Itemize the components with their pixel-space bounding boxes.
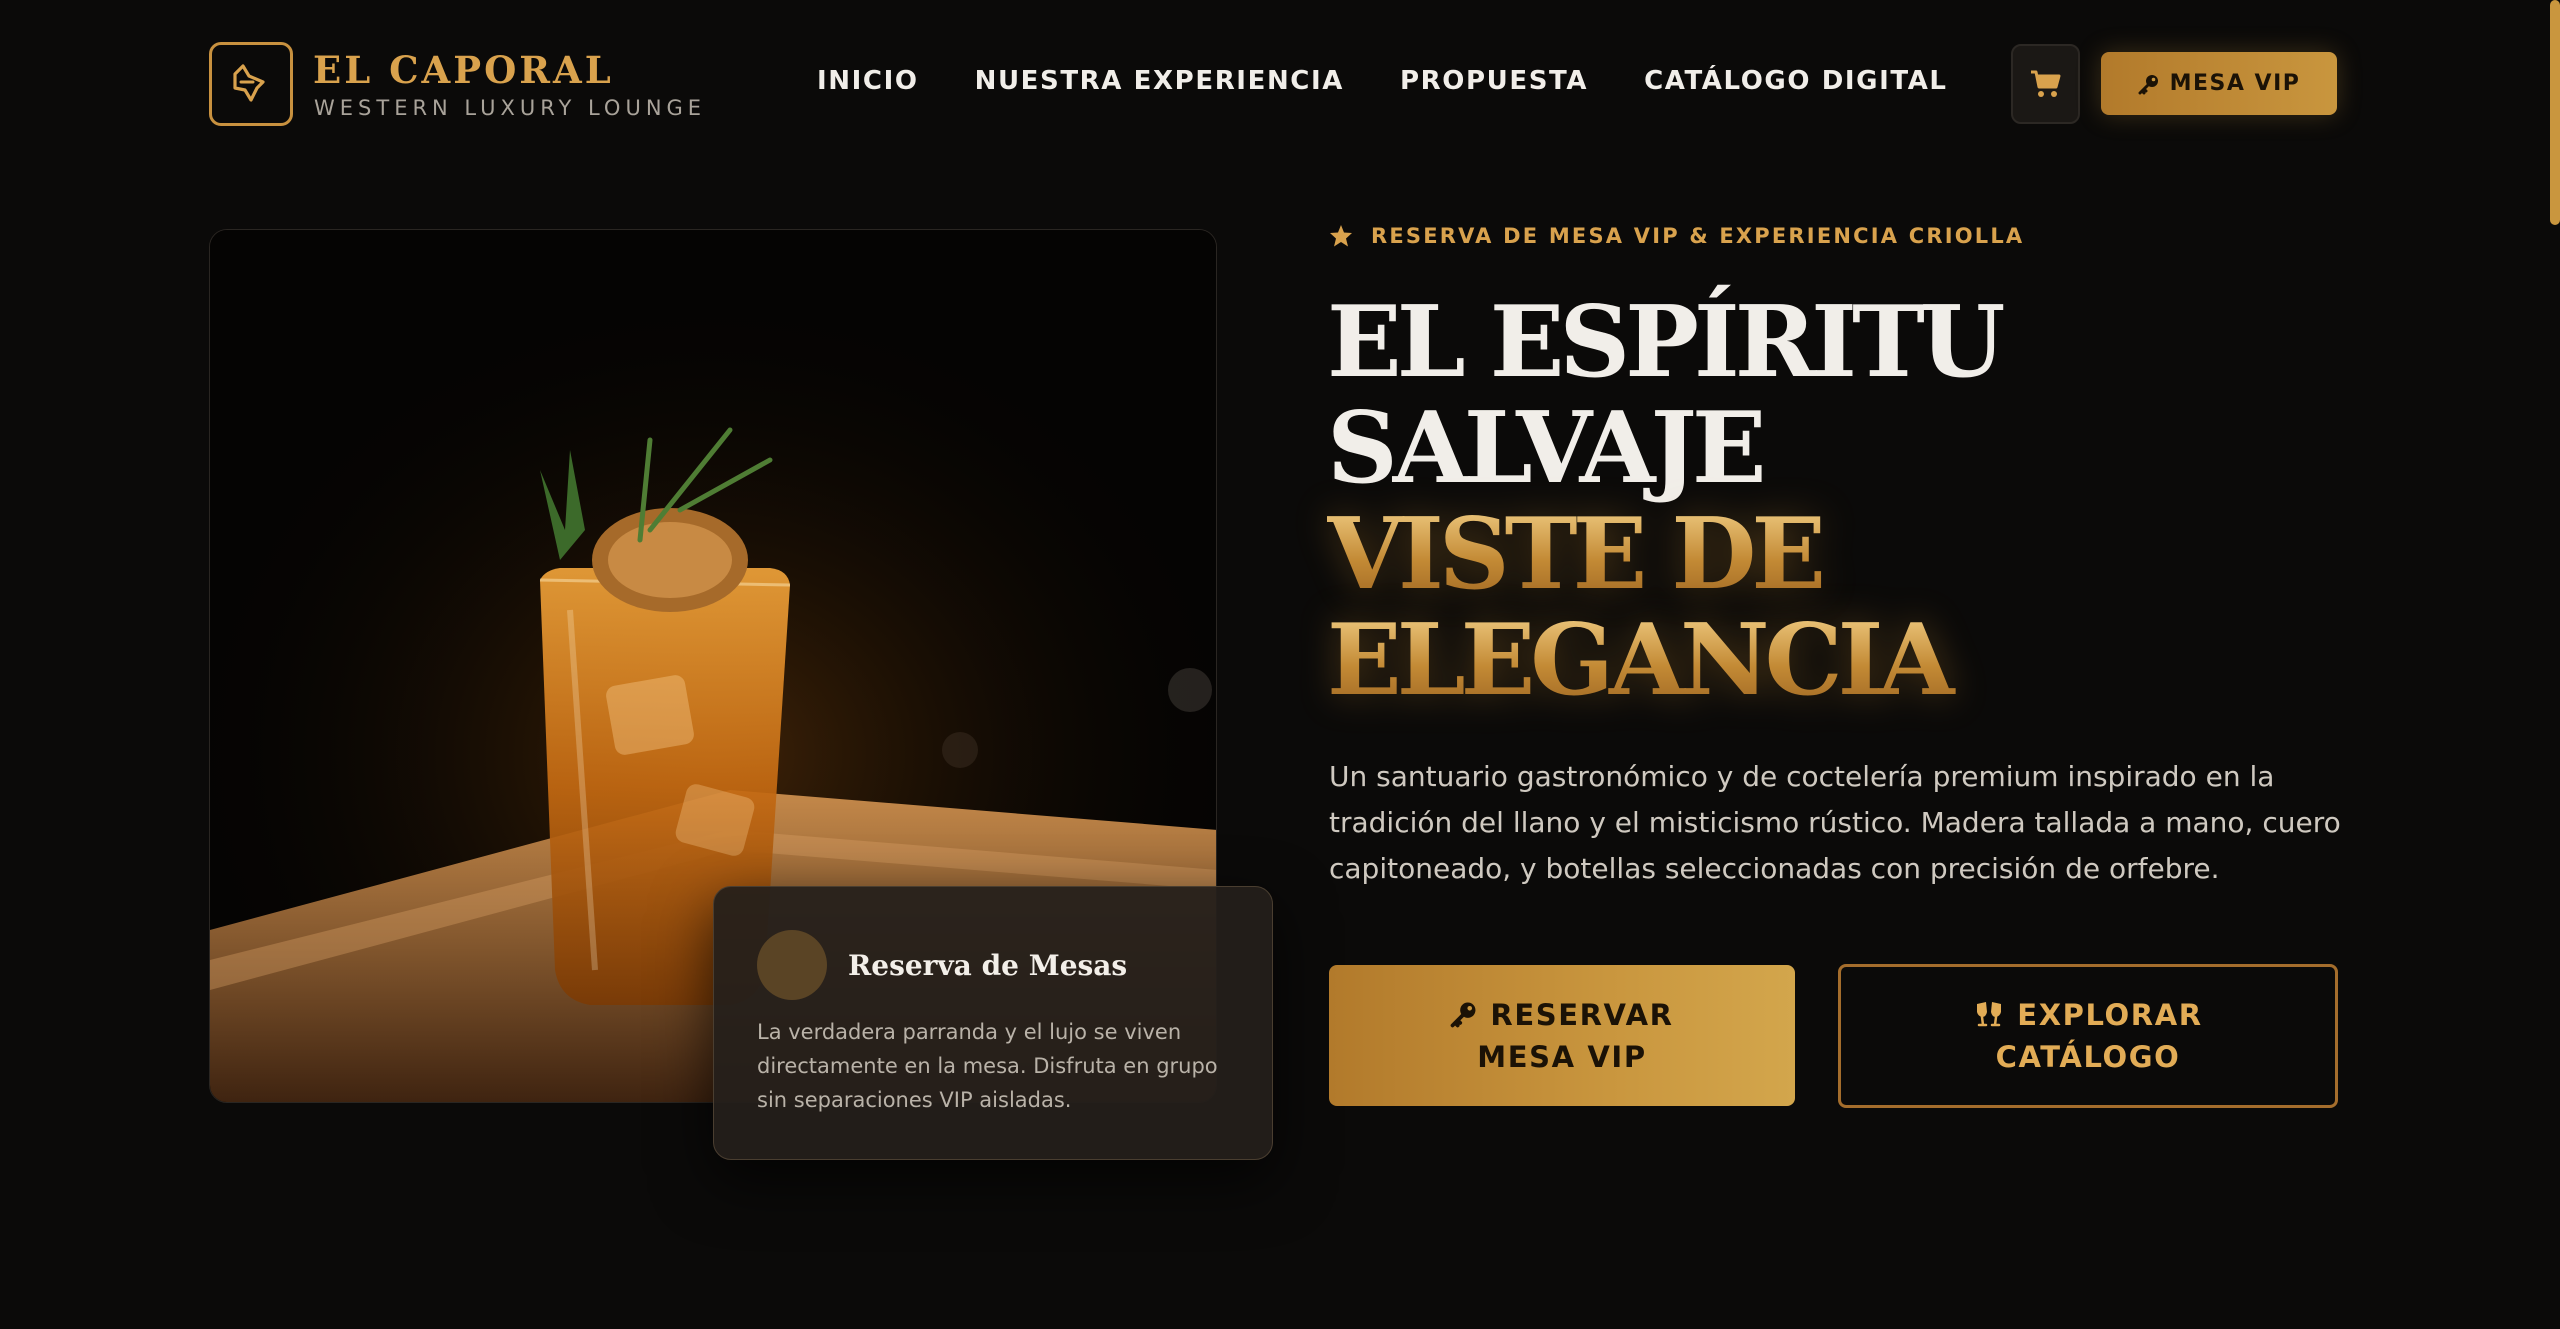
nav-item-propuesta[interactable]: PROPUESTA [1400,66,1588,96]
card-title: Reserva de Mesas [848,949,1128,982]
primary-button-label: RESERVAR MESA VIP [1477,997,1674,1074]
cheers-glasses-icon [1977,1002,2002,1027]
bull-horn-icon [233,64,265,102]
reserva-card: Reserva de Mesas La verdadera parranda y… [713,886,1273,1160]
main-nav: INICIO NUESTRA EXPERIENCIA PROPUESTA CAT… [817,66,1948,96]
hero-eyebrow: RESERVA DE MESA VIP & EXPERIENCIA CRIOLL… [1329,224,2024,248]
scrollbar-thumb[interactable] [2550,0,2560,225]
headline-line-4: ELEGANCIA [1327,608,2447,714]
nav-item-experiencia[interactable]: NUESTRA EXPERIENCIA [975,66,1344,96]
key-icon [1451,1002,1476,1027]
cart-button[interactable] [2011,44,2080,124]
brand-title[interactable]: EL CAPORAL [313,48,614,92]
nav-item-inicio[interactable]: INICIO [817,66,919,96]
logo-mark[interactable] [209,42,293,126]
mesa-vip-button[interactable]: MESA VIP [2101,52,2337,115]
card-icon-circle [757,930,827,1000]
headline-line-3: VISTE DE [1327,502,2447,608]
reservar-mesa-vip-button[interactable]: RESERVAR MESA VIP [1329,965,1795,1106]
explorar-catalogo-button[interactable]: EXPLORAR CATÁLOGO [1838,964,2338,1108]
brand-subtitle: WESTERN LUXURY LOUNGE [314,96,707,120]
mesa-vip-label: MESA VIP [2169,71,2301,96]
secondary-button-label: EXPLORAR CATÁLOGO [1995,998,2203,1074]
star-icon [1330,225,1352,247]
headline-line-2: SALVAJE [1327,391,1767,506]
cart-icon [2030,70,2060,97]
key-icon [2138,74,2158,94]
card-text: La verdadera parranda y el lujo se viven… [757,1020,1218,1112]
hero-description: Un santuario gastronómico y de coctelerí… [1329,760,2341,885]
hero-headline: EL ESPÍRITU SALVAJE VISTE DE ELEGANCIA [1327,290,2447,714]
headline-line-1: EL ESPÍRITU [1327,285,2005,400]
nav-item-catalogo[interactable]: CATÁLOGO DIGITAL [1644,66,1948,96]
site-header: EL CAPORAL WESTERN LUXURY LOUNGE INICIO … [0,0,2560,170]
eyebrow-text: RESERVA DE MESA VIP & EXPERIENCIA CRIOLL… [1371,224,2025,248]
